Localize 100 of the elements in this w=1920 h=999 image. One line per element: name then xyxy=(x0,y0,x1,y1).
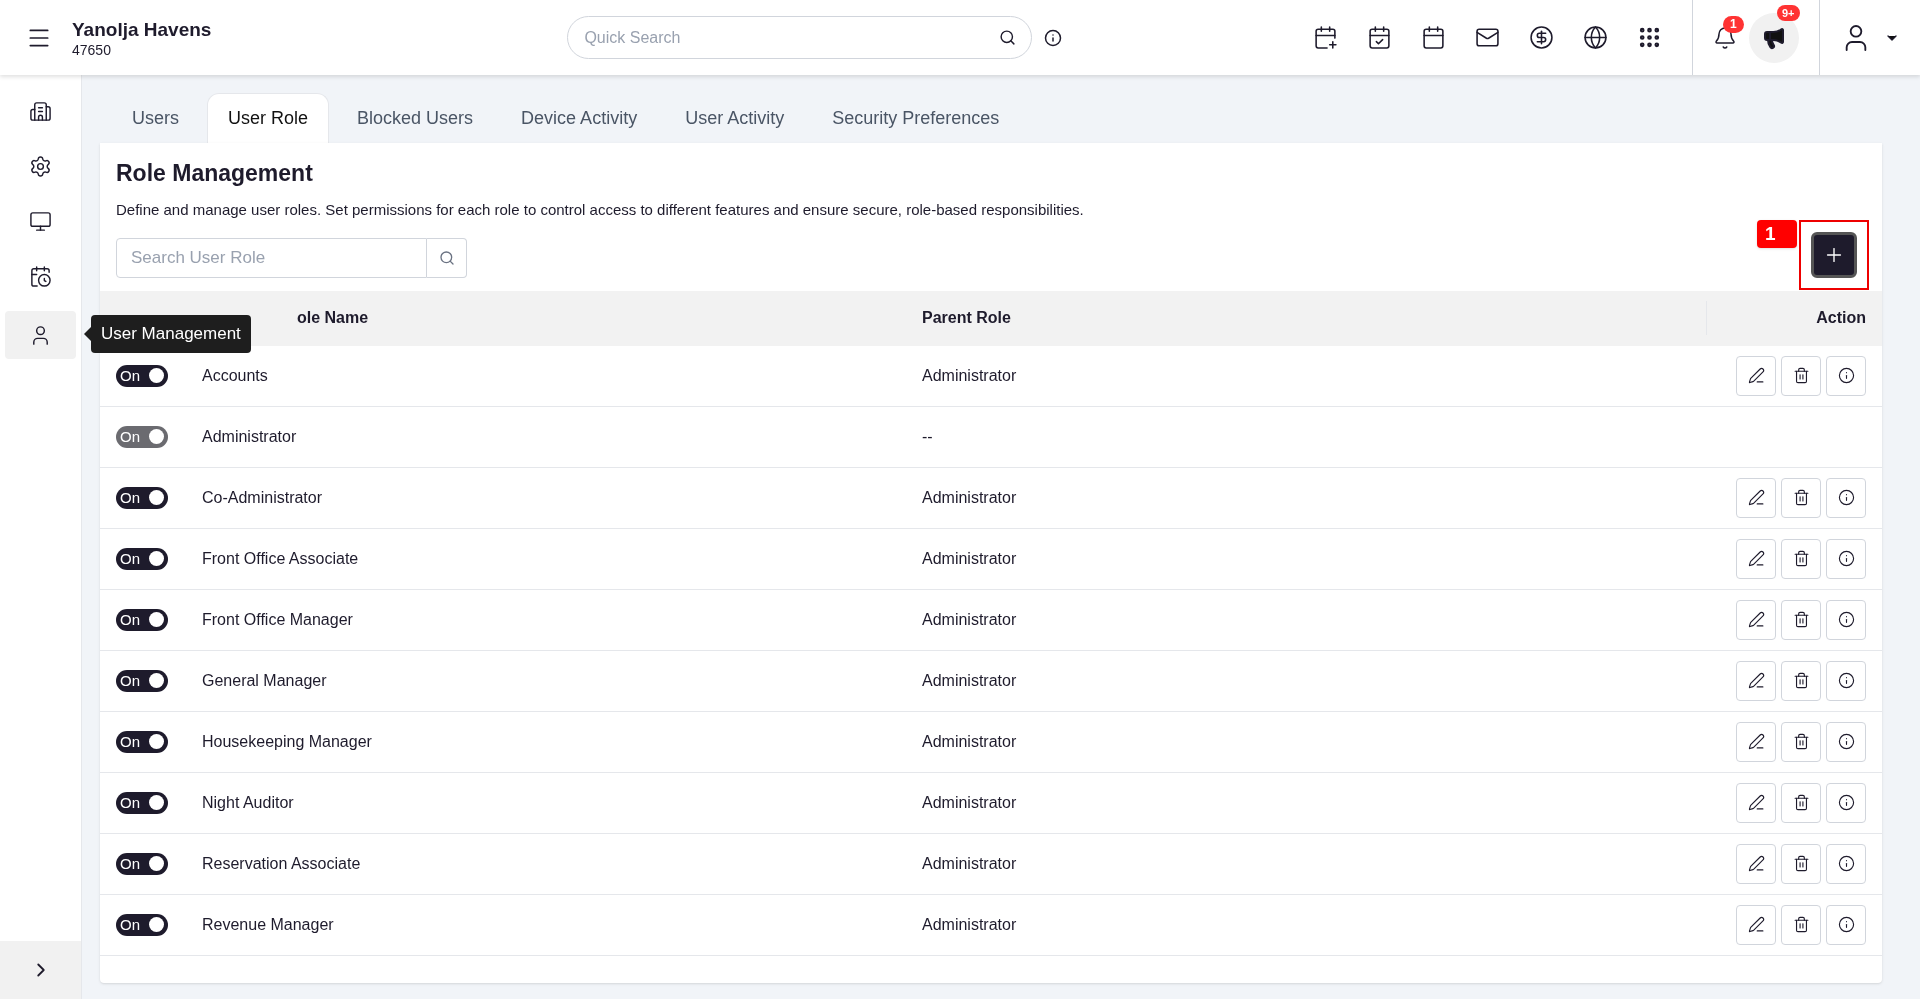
notification-count: 1 xyxy=(1723,15,1744,33)
tab[interactable]: User Role xyxy=(207,93,330,143)
info-button[interactable] xyxy=(1826,538,1866,579)
globe-icon[interactable] xyxy=(1583,25,1608,50)
tooltip: User Management xyxy=(91,315,251,353)
apps-icon[interactable] xyxy=(1637,25,1662,50)
table-cell-text: General Manager xyxy=(202,670,328,691)
pencil-icon xyxy=(1747,672,1765,689)
tab[interactable]: Security Preferences xyxy=(812,93,1020,143)
table-cell-text: Administrator xyxy=(202,426,298,447)
trash-icon xyxy=(1792,916,1810,933)
delete-button[interactable] xyxy=(1781,355,1821,396)
info-icon xyxy=(1837,672,1855,689)
building-icon xyxy=(29,99,52,123)
info-icon[interactable] xyxy=(1044,28,1063,47)
table-cell-text: Administrator xyxy=(922,792,1018,813)
info-button[interactable] xyxy=(1826,599,1866,640)
add-button[interactable] xyxy=(1811,231,1857,278)
info-button[interactable] xyxy=(1826,782,1866,823)
info-button[interactable] xyxy=(1826,660,1866,701)
toggle-switch[interactable]: On xyxy=(116,913,168,936)
toggle-switch[interactable]: On xyxy=(116,364,168,387)
trash-icon xyxy=(1792,733,1810,750)
delete-button[interactable] xyxy=(1781,599,1821,640)
edit-button[interactable] xyxy=(1736,904,1776,945)
toggle-switch[interactable]: On xyxy=(116,608,168,631)
edit-button[interactable] xyxy=(1736,721,1776,762)
megaphone-icon xyxy=(1762,25,1786,50)
calendar-icon xyxy=(29,264,52,288)
edit-button[interactable] xyxy=(1736,843,1776,884)
panel-title: Role Management xyxy=(116,159,314,188)
search-icon xyxy=(999,29,1017,46)
tab[interactable]: Users xyxy=(112,93,199,143)
info-icon xyxy=(1837,550,1855,567)
property-name: Yanolja Havens xyxy=(72,17,212,42)
search-button[interactable] xyxy=(427,237,467,278)
info-icon xyxy=(1837,611,1855,628)
info-button[interactable] xyxy=(1826,721,1866,762)
edit-button[interactable] xyxy=(1736,477,1776,518)
info-button[interactable] xyxy=(1826,904,1866,945)
delete-button[interactable] xyxy=(1781,538,1821,579)
pencil-icon xyxy=(1747,611,1765,628)
edit-button[interactable] xyxy=(1736,599,1776,640)
delete-button[interactable] xyxy=(1781,477,1821,518)
info-button[interactable] xyxy=(1826,843,1866,884)
search-icon xyxy=(438,249,455,266)
toggle-switch[interactable]: On xyxy=(116,730,168,753)
toggle-switch[interactable]: On xyxy=(116,791,168,814)
calendar-check-icon[interactable] xyxy=(1367,25,1392,50)
info-button[interactable] xyxy=(1826,355,1866,396)
toggle-switch[interactable]: On xyxy=(116,486,168,509)
delete-button[interactable] xyxy=(1781,660,1821,701)
monitor-icon xyxy=(29,209,52,233)
pencil-icon xyxy=(1747,550,1765,567)
table-cell-text: Reservation Associate xyxy=(202,853,362,874)
edit-button[interactable] xyxy=(1736,660,1776,701)
edit-button[interactable] xyxy=(1736,538,1776,579)
calendar-icon[interactable] xyxy=(1421,25,1446,50)
tab[interactable]: Device Activity xyxy=(501,93,658,143)
info-icon xyxy=(1837,855,1855,872)
info-icon xyxy=(1837,916,1855,933)
info-icon xyxy=(1837,733,1855,750)
dollar-icon[interactable] xyxy=(1529,25,1554,50)
table-cell-text: Revenue Manager xyxy=(202,914,335,935)
table-cell-text: Front Office Manager xyxy=(202,609,354,630)
tab[interactable]: User Activity xyxy=(665,93,805,143)
trash-icon xyxy=(1792,611,1810,628)
delete-button[interactable] xyxy=(1781,904,1821,945)
table-cell-text: Administrator xyxy=(922,609,1018,630)
edit-button[interactable] xyxy=(1736,355,1776,396)
mail-icon[interactable] xyxy=(1475,25,1500,50)
calendar-plus-icon[interactable] xyxy=(1313,25,1338,50)
edit-button[interactable] xyxy=(1736,782,1776,823)
table-cell-text: Administrator xyxy=(922,731,1018,752)
trash-icon xyxy=(1792,367,1810,384)
delete-button[interactable] xyxy=(1781,721,1821,762)
info-button[interactable] xyxy=(1826,477,1866,518)
column-header: Action xyxy=(1706,301,1866,335)
trash-icon xyxy=(1792,855,1810,872)
pencil-icon xyxy=(1747,855,1765,872)
step-marker: 1 xyxy=(1757,219,1797,248)
property-id: 47650 xyxy=(72,41,112,58)
pencil-icon xyxy=(1747,733,1765,750)
table-cell-text: Administrator xyxy=(922,914,1018,935)
table-cell-text: Administrator xyxy=(922,670,1018,691)
column-header: Parent Role xyxy=(922,308,1012,328)
table-cell-text: -- xyxy=(922,426,934,447)
toggle-switch[interactable]: On xyxy=(116,852,168,875)
pencil-icon xyxy=(1747,794,1765,811)
column-header: ole Name xyxy=(297,309,369,326)
toggle-switch[interactable]: On xyxy=(116,669,168,692)
tab[interactable]: Blocked Users xyxy=(337,93,494,143)
quick-search-field[interactable]: Quick Search xyxy=(567,16,1033,59)
info-icon xyxy=(1837,367,1855,384)
role-search-field[interactable]: Search User Role xyxy=(116,237,427,278)
delete-button[interactable] xyxy=(1781,843,1821,884)
pencil-icon xyxy=(1747,489,1765,506)
delete-button[interactable] xyxy=(1781,782,1821,823)
table-cell-text: Administrator xyxy=(922,365,1018,386)
toggle-switch[interactable]: On xyxy=(116,547,168,570)
